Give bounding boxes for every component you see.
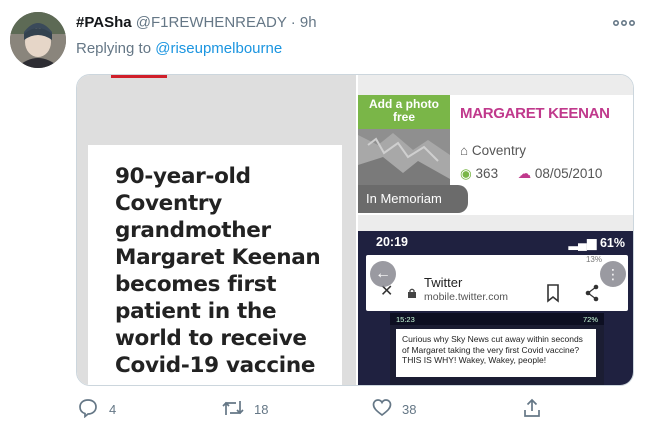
back-arrow-icon: ← — [370, 261, 396, 287]
share-icon — [524, 398, 540, 417]
reply-prefix: Replying to — [76, 40, 152, 57]
menu-dots-icon: ⋮ — [600, 261, 626, 287]
like-button[interactable]: 38 — [372, 398, 452, 420]
more-horizontal-icon[interactable] — [612, 14, 636, 32]
retweet-button[interactable]: 18 — [222, 398, 302, 420]
share-button[interactable] — [522, 398, 544, 420]
add-photo-label: Add a photo free — [358, 95, 450, 129]
tweet-timestamp[interactable]: 9h — [300, 14, 317, 31]
cloud-upload-icon: ☁ — [517, 166, 532, 181]
lock-icon — [408, 285, 416, 298]
tweet-media[interactable]: 90-year-old Coventry grandmother Margare… — [76, 74, 634, 386]
media-image-news[interactable]: 90-year-old Coventry grandmother Margare… — [77, 75, 356, 385]
news-headline: 90-year-old Coventry grandmother Margare… — [115, 164, 321, 378]
avatar[interactable] — [10, 12, 66, 68]
memorial-stats: ◉ 363 ☁ 08/05/2010 — [460, 166, 602, 182]
memorial-place: ⌂ Coventry — [460, 143, 526, 158]
browser-url: mobile.twitter.com — [424, 291, 509, 303]
media-image-screenshot[interactable]: Add a photo free In Memoriam MARGARET KE… — [358, 75, 633, 385]
retweet-icon — [222, 401, 244, 415]
browser-bar: 13% ✕ Twitter mobile.twitter.com — [366, 255, 628, 311]
like-count: 38 — [402, 402, 417, 417]
reply-icon — [79, 399, 97, 418]
eye-icon: ◉ — [460, 166, 472, 181]
phone-time: 20:19 — [376, 235, 408, 249]
retweet-count: 18 — [254, 402, 269, 417]
separator-dot: · — [290, 14, 296, 31]
reply-count: 4 — [109, 402, 117, 417]
memorial-name: MARGARET KEENAN — [460, 105, 610, 122]
display-name[interactable]: #PASha — [76, 14, 132, 31]
in-memoriam-tag: In Memoriam — [358, 185, 468, 213]
reply-button[interactable]: 4 — [78, 398, 138, 420]
memorial-place-text: Coventry — [471, 143, 526, 158]
browser-mini-status: 13% — [585, 255, 602, 264]
memorial-views: 363 — [475, 166, 499, 181]
phone-status-bar: 20:19 ▂▄▆ 61% — [358, 231, 633, 253]
heart-icon — [372, 399, 392, 417]
reply-context: Replying to @riseupmelbourne — [76, 40, 282, 57]
tweet-actions: 4 18 38 — [76, 398, 596, 422]
home-icon: ⌂ — [460, 143, 469, 158]
tweet-author-line: #PASha @F1REWHENREADY · 9h — [76, 14, 317, 31]
inner-tweet-text: Curious why Sky News cut away within sec… — [396, 329, 596, 377]
news-accent-bar — [111, 75, 167, 78]
browser-title: Twitter — [424, 275, 463, 290]
user-handle[interactable]: @F1REWHENREADY — [136, 14, 287, 31]
memorial-card: Add a photo free In Memoriam MARGARET KE… — [358, 95, 633, 215]
phone-battery: ▂▄▆ 61% — [568, 236, 625, 250]
inner-screenshot: 15:23 72% Curious why Sky News cut away … — [390, 313, 604, 385]
memorial-date: 08/05/2010 — [534, 166, 603, 181]
reply-to-link[interactable]: @riseupmelbourne — [155, 40, 282, 57]
inner-status-bar: 15:23 72% — [390, 313, 604, 325]
phone-screenshot: 20:19 ▂▄▆ 61% 13% ✕ Twitter mobile.twitt… — [358, 231, 633, 385]
